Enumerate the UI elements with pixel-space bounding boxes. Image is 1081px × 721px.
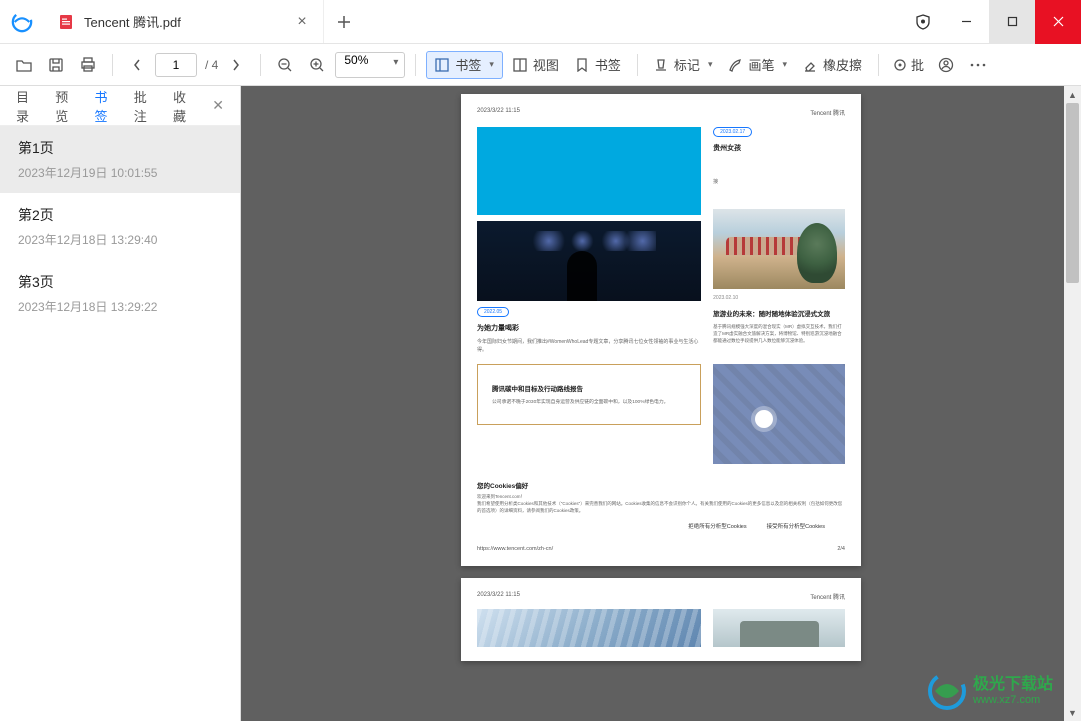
bookmark2-tool-button[interactable]: 书签 — [569, 51, 627, 79]
save-button[interactable] — [42, 51, 70, 79]
shield-icon[interactable] — [903, 14, 943, 30]
print-button[interactable] — [74, 51, 102, 79]
gear-icon — [893, 58, 907, 72]
article-image — [713, 609, 845, 647]
bookmark-tool-button[interactable]: 书签 ▾ — [426, 51, 503, 79]
sidebar-tabs: 目录 预览 书签 批注 收藏 ✕ — [0, 86, 240, 126]
toolbar: / 4 50% 书签 ▾ 视图 书签 标记 ▾ 画笔 ▾ 橡皮擦 批 — [0, 44, 1081, 86]
tab-title: Tencent 腾讯.pdf — [84, 12, 281, 31]
scroll-up-button[interactable]: ▲ — [1064, 86, 1081, 103]
zoom-select[interactable]: 50% — [335, 52, 405, 78]
scrollbar-track[interactable] — [1064, 103, 1081, 704]
new-tab-button[interactable] — [324, 0, 364, 43]
page-total-label: / 4 — [205, 58, 218, 72]
article-image — [713, 209, 845, 289]
page-number-input[interactable] — [155, 53, 197, 77]
sidebar-tab-preview[interactable]: 预览 — [55, 87, 76, 125]
approve-tool-button[interactable]: 批 — [889, 51, 928, 79]
maximize-button[interactable] — [989, 0, 1035, 44]
chevron-down-icon: ▾ — [782, 59, 787, 70]
panel-icon — [435, 58, 449, 72]
app-logo — [0, 0, 44, 43]
article-image — [477, 221, 701, 301]
watermark: 极光下载站 www.xz7.com — [927, 671, 1053, 711]
sidebar-close-button[interactable]: ✕ — [212, 97, 224, 114]
view-icon — [513, 58, 527, 72]
eraser-tool-button[interactable]: 橡皮擦 — [797, 51, 868, 79]
chevron-down-icon: ▾ — [489, 59, 494, 70]
chevron-down-icon: ▾ — [708, 59, 713, 70]
open-file-button[interactable] — [10, 51, 38, 79]
zoom-in-button[interactable] — [303, 51, 331, 79]
report-box: 腾讯碳中和目标及行动路线报告 公司承诺不晚于2030年实现自身运营及供应链的全面… — [477, 364, 701, 425]
next-page-button[interactable] — [222, 51, 250, 79]
close-button[interactable] — [1035, 0, 1081, 44]
window-controls — [903, 0, 1081, 43]
sidebar-tab-annotation[interactable]: 批注 — [134, 87, 155, 125]
bookmark-item[interactable]: 第3页 2023年12月18日 13:29:22 — [0, 260, 240, 327]
pdf-file-icon — [58, 14, 74, 30]
bookmark-list: 第1页 2023年12月19日 10:01:55 第2页 2023年12月18日… — [0, 126, 240, 721]
scroll-down-button[interactable]: ▼ — [1064, 704, 1081, 721]
article-image — [713, 364, 845, 464]
more-button[interactable] — [964, 51, 992, 79]
vertical-scrollbar[interactable]: ▲ ▼ — [1064, 86, 1081, 721]
zoom-out-button[interactable] — [271, 51, 299, 79]
pdf-page: 2023/3/22 11:15 Tencent 腾讯 — [461, 578, 861, 661]
tab-close-button[interactable]: × — [291, 11, 313, 33]
user-button[interactable] — [932, 51, 960, 79]
sidebar: 目录 预览 书签 批注 收藏 ✕ 第1页 2023年12月19日 10:01:5… — [0, 86, 241, 721]
bookmark-item[interactable]: 第2页 2023年12月18日 13:29:40 — [0, 193, 240, 260]
sidebar-tab-bookmark[interactable]: 书签 — [95, 87, 116, 125]
scrollbar-thumb[interactable] — [1066, 103, 1079, 283]
titlebar: Tencent 腾讯.pdf × — [0, 0, 1081, 44]
article-image — [477, 609, 701, 647]
view-tool-button[interactable]: 视图 — [507, 51, 565, 79]
eraser-icon — [803, 58, 817, 72]
pdf-page: 2023/3/22 11:15 Tencent 腾讯 2022.05 为她力量喝… — [461, 94, 861, 566]
sidebar-tab-favorite[interactable]: 收藏 — [173, 87, 194, 125]
sidebar-tab-catalog[interactable]: 目录 — [16, 87, 37, 125]
minimize-button[interactable] — [943, 0, 989, 44]
document-viewer[interactable]: 2023/3/22 11:15 Tencent 腾讯 2022.05 为她力量喝… — [241, 86, 1081, 721]
bookmark-item[interactable]: 第1页 2023年12月19日 10:01:55 — [0, 126, 240, 193]
mark-icon — [654, 58, 668, 72]
mark-tool-button[interactable]: 标记 ▾ — [648, 51, 719, 79]
article-image — [477, 127, 701, 215]
brush-tool-button[interactable]: 画笔 ▾ — [722, 51, 793, 79]
cookie-section: 您的Cookies偏好 欢迎来到Tencent.com！ 我们希望使用分析类Co… — [477, 474, 845, 530]
bookmark-icon — [575, 58, 589, 72]
prev-page-button[interactable] — [123, 51, 151, 79]
brush-icon — [728, 58, 742, 72]
tab-document[interactable]: Tencent 腾讯.pdf × — [44, 0, 324, 43]
